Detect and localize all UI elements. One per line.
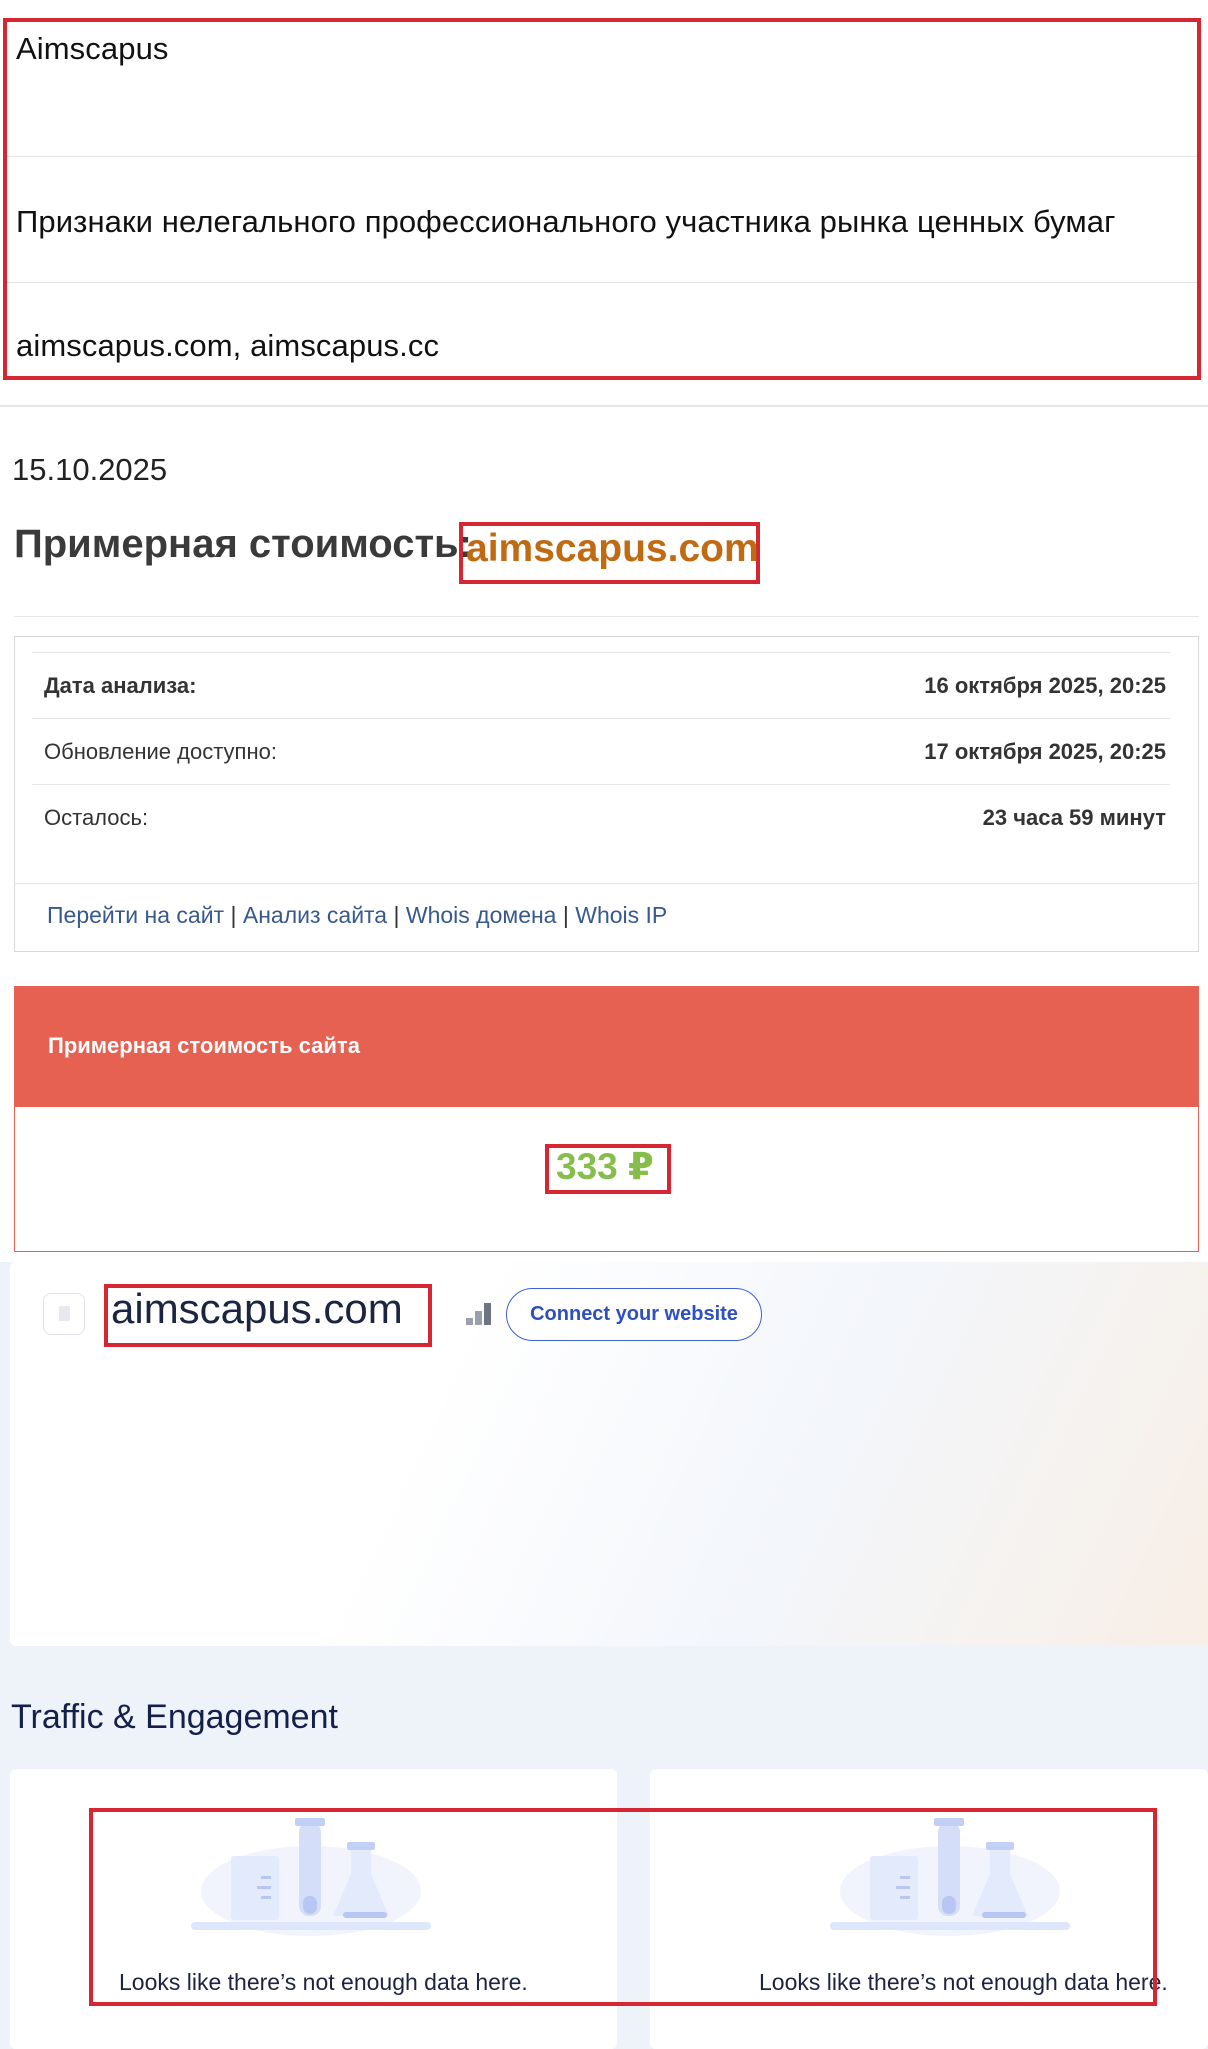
traffic-engagement-title: Traffic & Engagement [11,1698,338,1736]
info-row-name: Aimscapus [7,22,1197,157]
divider [14,616,1199,617]
rank-bars-icon [466,1303,491,1325]
analysis-row-remaining: Осталось: 23 часа 59 минут [32,784,1170,850]
analysis-links: Перейти на сайт | Анализ сайта | Whois д… [47,902,667,929]
cost-heading-domain: aimscapus.com [466,527,759,570]
company-name: Aimscapus [16,31,169,66]
analysis-update-label: Обновление доступно: [44,739,277,764]
analysis-update-value: 17 октября 2025, 20:25 [924,739,1166,764]
site-price: 333 ₽ [556,1146,654,1187]
link-whois-ip[interactable]: Whois IP [575,902,667,928]
analysis-remaining-value: 23 часа 59 минут [982,805,1166,830]
analysis-row-update: Обновление доступно: 17 октября 2025, 20… [32,718,1170,784]
company-category: Признаки нелегального профессионального … [16,204,1116,239]
info-row-category: Признаки нелегального профессионального … [7,157,1197,283]
site-cost-card: Примерная стоимость сайта [14,986,1199,1252]
divider [14,883,1199,884]
cost-heading-label: Примерная стоимость: [14,522,472,566]
analysis-row-date: Дата анализа: 16 октября 2025, 20:25 [32,652,1170,718]
analysis-date-value: 16 октября 2025, 20:25 [924,673,1166,698]
link-separator: | [393,902,400,928]
connect-website-button[interactable]: Connect your website [506,1288,762,1341]
link-separator: | [230,902,237,928]
divider [0,405,1208,407]
link-separator: | [562,902,569,928]
company-domains: aimscapus.com, aimscapus.cc [16,328,440,363]
analysis-remaining-label: Осталось: [44,805,149,830]
site-cost-header: Примерная стоимость сайта [15,987,1198,1107]
no-data-highlight [89,1808,1157,2006]
site-cost-title: Примерная стоимость сайта [48,1033,360,1058]
site-domain: aimscapus.com [111,1285,403,1332]
analysis-date-label: Дата анализа: [44,673,197,698]
publication-date: 15.10.2025 [12,452,168,487]
link-site-analysis[interactable]: Анализ сайта [243,902,387,928]
info-row-domains: aimscapus.com, aimscapus.cc [7,283,1197,376]
favicon-icon [43,1293,85,1335]
link-go-to-site[interactable]: Перейти на сайт [47,902,224,928]
link-whois-domain[interactable]: Whois домена [406,902,557,928]
info-box: Aimscapus Признаки нелегального професси… [3,18,1201,380]
